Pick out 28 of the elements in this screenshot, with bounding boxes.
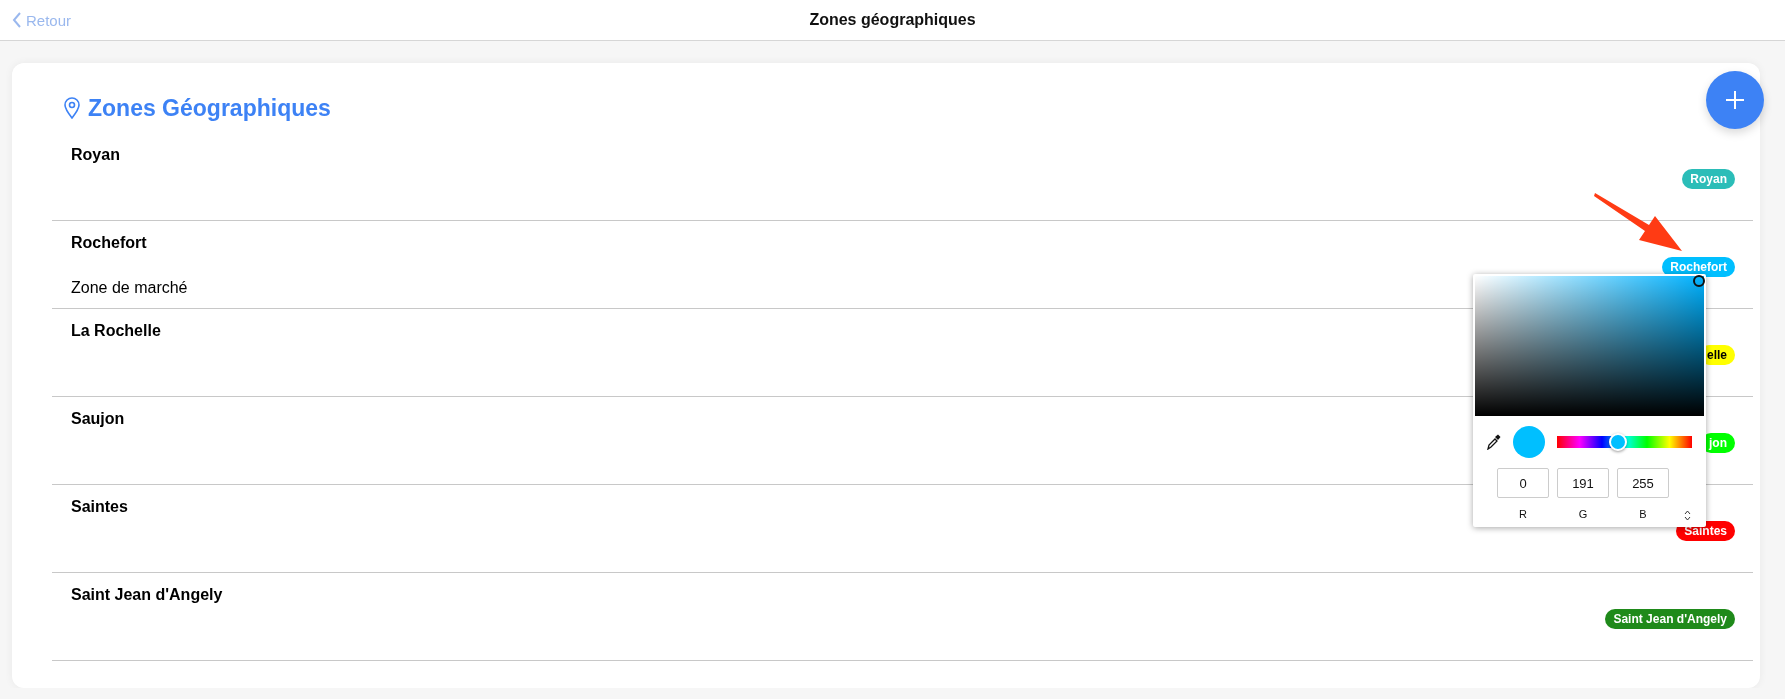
zone-row[interactable]: Saint Jean d'Angely Saint Jean d'Angely: [52, 573, 1753, 661]
zone-name: La Rochelle: [71, 321, 161, 341]
zone-name: Rochefort: [71, 233, 147, 253]
channel-field[interactable]: 255: [1617, 468, 1669, 498]
channel-label: R: [1518, 508, 1528, 521]
hue-thumb[interactable]: [1608, 433, 1627, 451]
zone-name: Saint Jean d'Angely: [71, 585, 223, 605]
channel-field[interactable]: 191: [1557, 468, 1609, 498]
zone-tag[interactable]: Saint Jean d'Angely: [1605, 609, 1735, 629]
chevron-left-icon: [12, 12, 22, 28]
zone-name: Saujon: [71, 409, 125, 429]
plus-icon: [1725, 90, 1745, 110]
color-swatch: [1513, 426, 1545, 458]
hue-slider[interactable]: [1557, 436, 1692, 448]
page-title: Zones géographiques: [809, 11, 976, 29]
zone-name: Royan: [71, 145, 120, 165]
zone-name: Saintes: [71, 497, 128, 517]
channel-field[interactable]: 0: [1497, 468, 1549, 498]
saturation-area[interactable]: [1475, 276, 1704, 416]
zone-row[interactable]: Royan Royan: [52, 133, 1753, 221]
up-down-icon[interactable]: [1683, 510, 1691, 521]
add-button[interactable]: [1706, 71, 1764, 129]
eyedropper-icon[interactable]: [1487, 434, 1501, 450]
section-title: Zones Géographiques: [88, 94, 331, 122]
zone-type: Zone de marché: [71, 278, 188, 298]
channel-label: B: [1638, 508, 1648, 521]
map-pin-icon: [64, 97, 80, 119]
channel-label: G: [1577, 508, 1589, 521]
